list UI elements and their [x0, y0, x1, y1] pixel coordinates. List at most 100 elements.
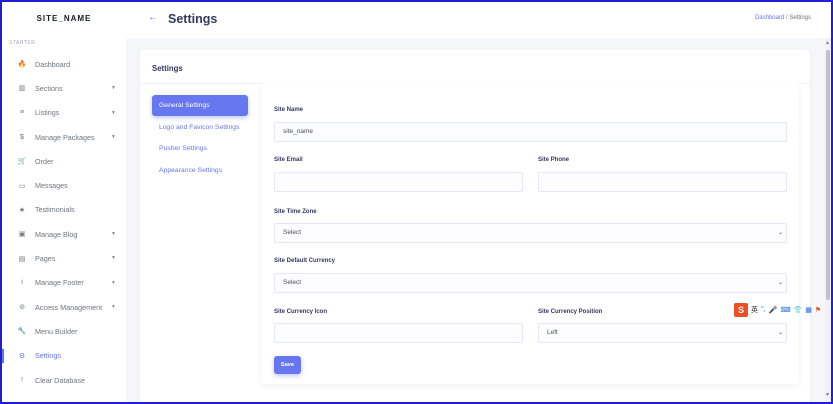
settings-icon[interactable]: ⚑ — [815, 306, 821, 314]
sidebar-item-label: Testimonials — [35, 205, 75, 215]
sidebar-menu: 🔥 Dashboard ▥ Sections ▼ ≡ Listings ▼ $ Manage Pa… — [2, 52, 126, 392]
inbox-icon: ▭ — [18, 182, 26, 190]
sidebar-item-label: Messages — [35, 181, 68, 191]
tab-pusher-settings[interactable]: Pusher Settings — [152, 138, 248, 159]
chevron-down-icon: ▼ — [111, 231, 116, 238]
site-currency-position-value: Left — [547, 329, 558, 336]
chevron-down-icon: ▼ — [111, 133, 116, 140]
sidebar: SITE_NAME STARTER 🔥 Dashboard ▥ Sections ▼ ≡ L… — [2, 2, 126, 402]
sidebar-item-manage-packages[interactable]: $ Manage Packages ▼ — [2, 125, 126, 149]
sidebar-item-manage-blog[interactable]: ▣ Manage Blog ▼ — [2, 222, 126, 246]
tab-appearance-settings[interactable]: Appearance Settings — [152, 160, 248, 181]
dollar-icon: $ — [20, 133, 24, 141]
settings-card: Settings General Settings Logo and Favic… — [140, 50, 810, 402]
keyboard-icon[interactable]: ⌨ — [780, 306, 790, 314]
ime-logo-icon[interactable]: S — [734, 302, 748, 317]
sidebar-item-label: Clear Database — [35, 375, 85, 385]
breadcrumb: Dashboard / Settings — [755, 15, 811, 21]
app-window: SITE_NAME STARTER 🔥 Dashboard ▥ Sections ▼ ≡ L… — [0, 0, 833, 404]
wrench-icon: 🔧 — [17, 328, 27, 336]
brand-logo[interactable]: SITE_NAME — [2, 2, 126, 38]
site-currency-position-select[interactable]: Left ⌄ — [538, 323, 787, 343]
chevron-down-icon: ▼ — [111, 255, 116, 262]
sidebar-item-settings[interactable]: ⚙ Settings — [2, 344, 126, 368]
sidebar-item-dashboard[interactable]: 🔥 Dashboard — [2, 52, 126, 76]
chevron-down-icon: ⌄ — [777, 330, 783, 336]
skin-icon[interactable]: 👕 — [794, 306, 803, 314]
blog-icon: ▣ — [18, 231, 26, 239]
site-default-currency-value: Select — [283, 279, 302, 286]
site-time-zone-label: Site Time Zone — [274, 209, 317, 215]
sidebar-item-label: Pages — [35, 254, 56, 264]
sidebar-item-order[interactable]: 🛒 Order — [2, 149, 126, 173]
grid-icon[interactable]: ▦ — [805, 306, 812, 314]
sidebar-item-label: Settings — [35, 351, 61, 361]
site-email-label: Site Email — [274, 157, 303, 163]
microphone-icon[interactable]: 🎤 — [769, 306, 778, 314]
ime-mode-label[interactable]: 英 — [751, 305, 758, 315]
cart-icon: 🛒 — [17, 158, 27, 166]
site-phone-input[interactable] — [538, 172, 787, 192]
site-time-zone-value: Select — [283, 229, 302, 236]
general-settings-form: Site Name site_name Site Email Site Phon… — [261, 83, 799, 384]
info-icon: i — [21, 279, 23, 287]
sidebar-item-menu-builder[interactable]: 🔧 Menu Builder — [2, 319, 126, 343]
ime-toolbar[interactable]: S 英 °, 🎤 ⌨ 👕 ▦ ⚑ — [734, 302, 831, 317]
chevron-down-icon: ▼ — [111, 279, 116, 286]
sidebar-item-label: Manage Blog — [35, 229, 78, 239]
site-email-input[interactable] — [274, 172, 523, 192]
back-arrow-icon[interactable]: ← — [148, 12, 158, 23]
card-title: Settings — [152, 64, 183, 73]
star-icon: ★ — [18, 206, 26, 214]
exclamation-icon: ! — [21, 376, 23, 384]
sidebar-item-label: Dashboard — [35, 59, 71, 69]
site-phone-label: Site Phone — [538, 157, 570, 163]
breadcrumb-dashboard-link[interactable]: Dashboard — [755, 15, 784, 21]
chevron-down-icon: ⌄ — [777, 230, 783, 236]
sidebar-item-access-management[interactable]: ⊘ Access Management ▼ — [2, 295, 126, 319]
site-name-input[interactable]: site_name — [274, 122, 787, 142]
site-currency-position-label: Site Currency Position — [538, 309, 603, 315]
site-name-label: Site Name — [274, 107, 304, 113]
sidebar-item-clear-database[interactable]: ! Clear Database — [2, 368, 126, 392]
save-button[interactable]: Save — [274, 356, 301, 374]
top-header: ← Settings Dashboard / Settings — [126, 2, 831, 38]
sidebar-item-label: Access Management — [35, 302, 103, 312]
sidebar-item-label: Order — [35, 156, 54, 166]
list-icon: ≡ — [19, 109, 25, 117]
site-time-zone-select[interactable]: Select ⌄ — [274, 223, 787, 243]
breadcrumb-current: Settings — [789, 15, 811, 21]
scroll-up-arrow-icon[interactable]: ▲ — [825, 40, 830, 46]
chevron-down-icon: ⌄ — [777, 280, 783, 286]
scrollbar-thumb[interactable] — [826, 50, 830, 300]
sidebar-item-manage-footer[interactable]: i Manage Footer ▼ — [2, 271, 126, 295]
site-currency-icon-input[interactable] — [274, 323, 523, 343]
page-title: Settings — [168, 12, 218, 26]
sidebar-item-label: Sections — [35, 83, 63, 93]
tab-general-settings[interactable]: General Settings — [152, 95, 248, 116]
site-currency-icon-label: Site Currency Icon — [274, 309, 328, 315]
columns-icon: ▥ — [18, 85, 26, 93]
ban-icon: ⊘ — [19, 304, 25, 312]
chevron-down-icon: ▼ — [111, 303, 116, 310]
file-icon: ▤ — [18, 255, 26, 263]
fire-icon: 🔥 — [17, 61, 27, 69]
sidebar-item-sections[interactable]: ▥ Sections ▼ — [2, 76, 126, 100]
scroll-down-arrow-icon[interactable]: ▼ — [825, 392, 830, 398]
site-default-currency-select[interactable]: Select ⌄ — [274, 273, 787, 293]
sidebar-item-messages[interactable]: ▭ Messages — [2, 173, 126, 197]
menu-section-header: STARTER — [9, 40, 36, 46]
sidebar-item-label: Manage Footer — [35, 278, 84, 288]
chevron-down-icon: ▼ — [111, 85, 116, 92]
sidebar-item-label: Menu Builder — [35, 326, 78, 336]
sidebar-item-listings[interactable]: ≡ Listings ▼ — [2, 101, 126, 125]
cog-icon: ⚙ — [18, 352, 26, 360]
breadcrumb-separator: / — [785, 15, 788, 21]
tab-logo-favicon-settings[interactable]: Logo and Favicon Settings — [152, 117, 248, 138]
sidebar-item-pages[interactable]: ▤ Pages ▼ — [2, 246, 126, 270]
sidebar-item-label: Manage Packages — [35, 132, 95, 142]
site-default-currency-label: Site Default Currency — [274, 258, 336, 264]
chevron-down-icon: ▼ — [111, 109, 116, 116]
ime-punctuation-icon[interactable]: °, — [761, 306, 766, 313]
sidebar-item-testimonials[interactable]: ★ Testimonials — [2, 198, 126, 222]
